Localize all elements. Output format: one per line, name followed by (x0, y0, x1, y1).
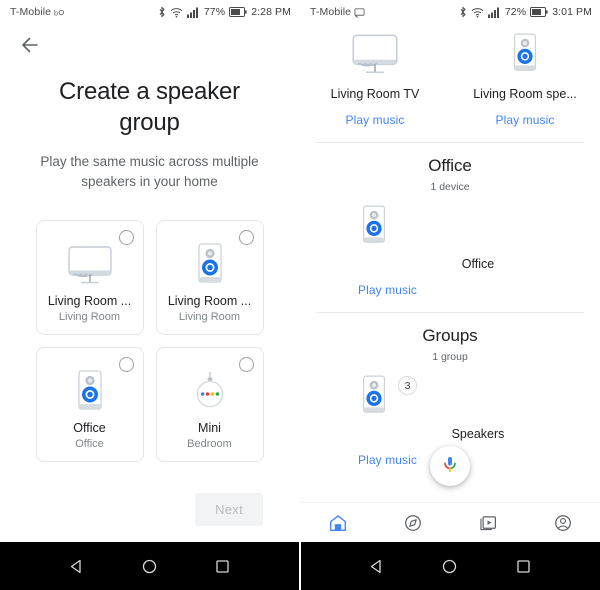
device-tile-living-room-speaker[interactable]: Living Room spe... Play music (450, 30, 600, 127)
play-music-link[interactable]: Play music (495, 113, 554, 127)
svg-text:b: b (54, 8, 58, 17)
smart-speaker-icon (356, 372, 392, 420)
card-device-name: Living Room ... (47, 294, 132, 308)
home-circle-icon[interactable] (141, 558, 158, 575)
assistant-mic-icon (440, 454, 460, 479)
section-title: Office (428, 156, 472, 175)
nav-item-account[interactable] (525, 503, 600, 542)
device-tile-living-room-tv[interactable]: Living Room TV Play music (300, 30, 450, 127)
android-nav-bar-right (300, 542, 600, 590)
cast-icon (354, 7, 365, 18)
status-right-group: 72% 3:01 PM (459, 6, 592, 18)
status-left-group: T-Mobile (310, 6, 365, 18)
play-music-link[interactable]: Play music (356, 453, 417, 467)
speaker-card-grid: Living Room ... Living Room Living Room … (35, 220, 264, 462)
section-title: Groups (422, 326, 478, 345)
left-screen-create-speaker-group: T-Mobile b 77% 2:28 PM Create a speaker … (0, 0, 300, 590)
section-office: Office 1 device Office Play music (300, 143, 600, 297)
signal-icon (186, 7, 200, 18)
back-triangle-icon[interactable] (68, 558, 85, 575)
speaker-card-mini[interactable]: Mini Bedroom (155, 347, 264, 462)
dual-screenshot: T-Mobile b 77% 2:28 PM Create a speaker … (0, 0, 600, 590)
group-device-count-badge: 3 (398, 376, 417, 395)
smart-speaker-icon (37, 369, 143, 415)
device-name: Office (461, 257, 495, 271)
recents-square-icon[interactable] (214, 558, 231, 575)
card-room-name: Bedroom (187, 438, 232, 450)
page-title: Create a speaker group (59, 78, 240, 136)
bluetooth-icon (459, 6, 467, 18)
card-device-name: Office (73, 421, 106, 435)
page-subtitle: Play the same music across multiple spea… (40, 154, 259, 189)
status-bar-right: T-Mobile 72% 3:01 PM (300, 0, 600, 24)
section-subtitle: 1 device (430, 181, 470, 193)
speaker-card-office[interactable]: Office Office (35, 347, 144, 462)
clock-label: 2:28 PM (251, 6, 291, 18)
carrier-label: T-Mobile (310, 6, 352, 18)
carrier-label: T-Mobile (10, 6, 52, 18)
section-groups: Groups 1 group 3 Speakers Play music (300, 313, 600, 467)
next-button[interactable]: Next (195, 493, 263, 526)
home-circle-icon[interactable] (441, 558, 458, 575)
mini-speaker-icon (157, 369, 263, 415)
nav-item-explore[interactable] (375, 503, 450, 542)
bottom-navigation-bar (300, 502, 600, 542)
status-left-group: T-Mobile b (10, 6, 65, 18)
battery-icon (229, 7, 247, 17)
card-room-name: Living Room (58, 311, 121, 323)
wifi-icon (471, 7, 484, 18)
top-device-row: Living Room TV Play music Living Room sp… (300, 24, 600, 127)
next-button-container: Next (0, 493, 299, 542)
battery-icon (530, 7, 548, 17)
smart-speaker-icon (356, 202, 392, 250)
signal-icon (487, 7, 501, 18)
recents-square-icon[interactable] (515, 558, 532, 575)
app-bar-left (0, 24, 299, 66)
play-music-link[interactable]: Play music (356, 283, 417, 297)
bluetooth-icon (158, 6, 166, 18)
nav-item-media[interactable] (450, 503, 525, 542)
assistant-mic-fab[interactable] (430, 446, 470, 486)
device-name: Speakers (451, 427, 505, 441)
card-room-name: Office (75, 438, 104, 450)
battery-percent-label: 77% (203, 6, 226, 18)
status-right-group: 77% 2:28 PM (158, 6, 291, 18)
section-subtitle: 1 group (432, 351, 468, 363)
device-tile-office[interactable]: Office Play music (300, 202, 600, 297)
speaker-card-living-room-speaker[interactable]: Living Room ... Living Room (155, 220, 264, 335)
device-name: Living Room TV (330, 87, 420, 101)
right-screen-home-devices: T-Mobile 72% 3:01 PM Living Room TV Play… (300, 0, 600, 590)
device-art-row (356, 202, 392, 250)
device-name: Living Room spe... (473, 87, 577, 101)
clock-label: 3:01 PM (552, 6, 592, 18)
status-bar-left: T-Mobile b 77% 2:28 PM (0, 0, 299, 24)
nav-item-home[interactable] (300, 503, 375, 542)
smart-speaker-icon (507, 30, 543, 78)
card-device-name: Living Room ... (167, 294, 252, 308)
back-triangle-icon[interactable] (368, 558, 385, 575)
battery-percent-label: 72% (504, 6, 527, 18)
vowifi-icon: b (54, 7, 65, 18)
speaker-card-living-room-tv[interactable]: Living Room ... Living Room (35, 220, 144, 335)
smart-speaker-icon (157, 242, 263, 288)
play-music-link[interactable]: Play music (345, 113, 404, 127)
device-art-row: 3 (356, 372, 417, 420)
card-device-name: Mini (198, 421, 221, 435)
cast-tv-icon (37, 242, 143, 288)
home-content-scroll: Living Room TV Play music Living Room sp… (300, 24, 600, 502)
android-nav-bar-left (0, 542, 299, 590)
cast-tv-icon (346, 30, 404, 78)
wifi-icon (170, 7, 183, 18)
card-room-name: Living Room (178, 311, 241, 323)
back-arrow-icon[interactable] (18, 33, 42, 57)
